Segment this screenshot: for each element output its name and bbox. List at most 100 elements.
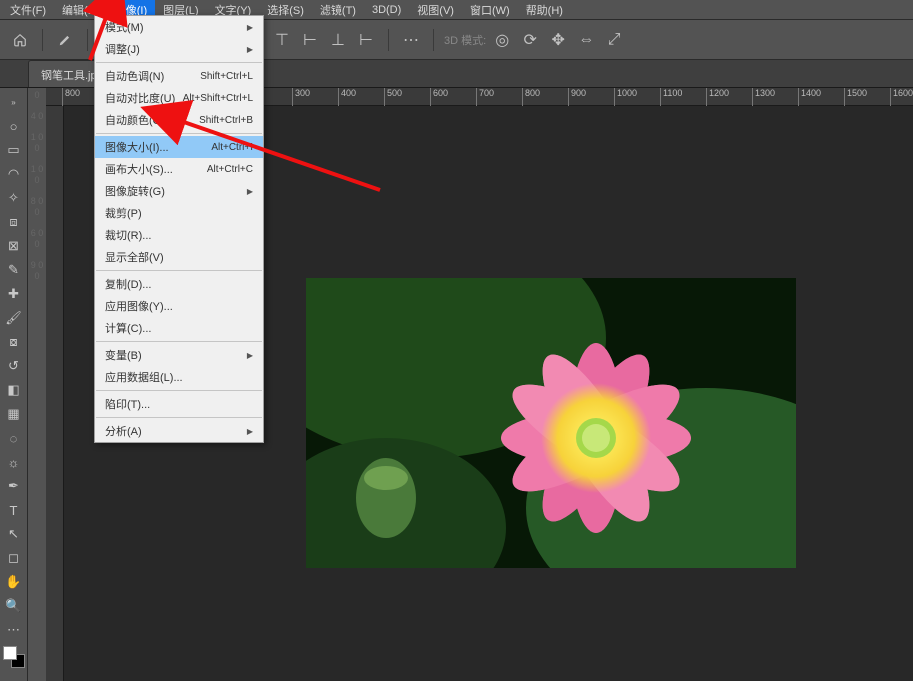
dropdown-item[interactable]: 裁切(R)... <box>95 224 263 246</box>
dropdown-item[interactable]: 分析(A)▶ <box>95 420 263 442</box>
dropdown-shortcut: Shift+Ctrl+B <box>199 115 253 126</box>
submenu-arrow-icon: ▶ <box>247 427 253 436</box>
edit-toolbar-icon[interactable]: ⋯ <box>3 619 25 641</box>
ruler-tick: 300 <box>292 88 310 106</box>
dropdown-item[interactable]: 画布大小(S)...Alt+Ctrl+C <box>95 158 263 180</box>
dropdown-separator <box>96 133 262 134</box>
separator <box>388 29 389 51</box>
dropdown-item[interactable]: 陷印(T)... <box>95 393 263 415</box>
eraser-tool-icon[interactable]: ◧ <box>3 379 25 401</box>
dropdown-item[interactable]: 图像旋转(G)▶ <box>95 180 263 202</box>
expand-icon[interactable]: » <box>3 91 25 113</box>
more-icon[interactable]: ⋯ <box>399 28 423 52</box>
crop-tool-icon[interactable]: ⧈ <box>3 211 25 233</box>
ruler-tick: 400 <box>338 88 356 106</box>
stamp-tool-icon[interactable]: ⧇ <box>3 331 25 353</box>
gradient-tool-icon[interactable]: ▦ <box>3 403 25 425</box>
color-swatches[interactable] <box>3 646 25 668</box>
dropdown-item[interactable]: 应用图像(Y)... <box>95 295 263 317</box>
rectangle-tool-icon[interactable]: ▭ <box>3 139 25 161</box>
menu-view[interactable]: 视图(V) <box>409 0 462 20</box>
foreground-color-swatch[interactable] <box>3 646 17 660</box>
dropdown-item[interactable]: 显示全部(V) <box>95 246 263 268</box>
hand-tool-icon[interactable]: ✋ <box>3 571 25 593</box>
dropdown-separator <box>96 390 262 391</box>
dropdown-item[interactable]: 模式(M)▶ <box>95 16 263 38</box>
3d-mode-label: 3D 模式: <box>444 32 486 48</box>
dropdown-item[interactable]: 应用数据组(L)... <box>95 366 263 388</box>
menu-select[interactable]: 选择(S) <box>259 0 312 20</box>
eyedropper-tool-icon[interactable]: ✎ <box>3 259 25 281</box>
dropdown-item-label: 图像大小(I)... <box>105 139 169 155</box>
dropdown-item[interactable]: 变量(B)▶ <box>95 344 263 366</box>
ruler-tick: 1600 <box>890 88 913 106</box>
valign-top-icon[interactable]: ⊤ <box>270 28 294 52</box>
3d-pan-icon[interactable]: ✥ <box>546 28 570 52</box>
menu-file[interactable]: 文件(F) <box>2 0 54 20</box>
canvas-image[interactable] <box>306 278 796 568</box>
separator <box>87 29 88 51</box>
lasso-tool-icon[interactable]: ◠ <box>3 163 25 185</box>
home-icon[interactable] <box>8 28 32 52</box>
dropdown-item[interactable]: 复制(D)... <box>95 273 263 295</box>
dropdown-item-label: 陷印(T)... <box>105 396 150 412</box>
history-brush-icon[interactable]: ↺ <box>3 355 25 377</box>
dropdown-item-label: 模式(M) <box>105 19 144 35</box>
3d-rotate-icon[interactable]: ⟳ <box>518 28 542 52</box>
dropdown-shortcut: Alt+Ctrl+I <box>211 142 253 153</box>
dropdown-item[interactable]: 图像大小(I)... Alt+Ctrl+I <box>95 136 263 158</box>
dropdown-item-label: 裁剪(P) <box>105 205 142 221</box>
submenu-arrow-icon: ▶ <box>247 351 253 360</box>
ellipse-tool-icon[interactable]: ○ <box>3 115 25 137</box>
menu-help[interactable]: 帮助(H) <box>518 0 571 20</box>
menu-window[interactable]: 窗口(W) <box>462 0 518 20</box>
ruler-tick: 600 <box>430 88 448 106</box>
dropdown-item[interactable]: 裁剪(P) <box>95 202 263 224</box>
dropdown-item[interactable]: 调整(J)▶ <box>95 38 263 60</box>
3d-scale-icon[interactable]: ⤢ <box>602 28 626 52</box>
ruler-tick: 1500 <box>844 88 867 106</box>
dropdown-shortcut: Alt+Shift+Ctrl+L <box>183 93 253 104</box>
pen-tool-icon[interactable]: ✒ <box>3 475 25 497</box>
dropdown-shortcut: Alt+Ctrl+C <box>207 164 253 175</box>
tool-strip: » ○ ▭ ◠ ✧ ⧈ ⊠ ✎ ✚ 🖌 ⧇ ↺ ◧ ▦ ◌ ☼ ✒ T ↖ ◻ … <box>0 88 28 681</box>
3d-slide-icon[interactable]: ⇔ <box>574 28 598 52</box>
pen-tool-icon[interactable] <box>53 28 77 52</box>
type-tool-icon[interactable]: T <box>3 499 25 521</box>
dropdown-item-label: 应用图像(Y)... <box>105 298 173 314</box>
wand-tool-icon[interactable]: ✧ <box>3 187 25 209</box>
dropdown-item[interactable]: 自动颜色(O) Shift+Ctrl+B <box>95 109 263 131</box>
menu-filter[interactable]: 滤镜(T) <box>312 0 364 20</box>
dropdown-item-label: 自动颜色(O) <box>105 112 165 128</box>
valign-bottom-icon[interactable]: ⊥ <box>326 28 350 52</box>
dropdown-shortcut: Shift+Ctrl+L <box>200 71 253 82</box>
3d-orbit-icon[interactable]: ◎ <box>490 28 514 52</box>
blur-tool-icon[interactable]: ◌ <box>3 427 25 449</box>
zoom-tool-icon[interactable]: 🔍 <box>3 595 25 617</box>
valign-middle-icon[interactable]: ⊢ <box>298 28 322 52</box>
ruler-tick: 1300 <box>752 88 775 106</box>
ruler-tick: 900 <box>568 88 586 106</box>
dodge-tool-icon[interactable]: ☼ <box>3 451 25 473</box>
valign-icon[interactable]: ⊢ <box>354 28 378 52</box>
dropdown-item-label: 复制(D)... <box>105 276 151 292</box>
ruler-tick: 1000 <box>614 88 637 106</box>
frame-tool-icon[interactable]: ⊠ <box>3 235 25 257</box>
dropdown-item-label: 计算(C)... <box>105 320 151 336</box>
dropdown-item-label: 自动对比度(U) <box>105 90 175 106</box>
dropdown-item-label: 调整(J) <box>105 41 140 57</box>
brush-tool-icon[interactable]: 🖌 <box>3 307 25 329</box>
healing-tool-icon[interactable]: ✚ <box>3 283 25 305</box>
dropdown-item-label: 自动色调(N) <box>105 68 164 84</box>
shape-tool-icon[interactable]: ◻ <box>3 547 25 569</box>
path-select-icon[interactable]: ↖ <box>3 523 25 545</box>
ruler-tick: 1200 <box>706 88 729 106</box>
ruler-v-readout: 0 4 0 1 0 0 1 0 0 8 0 0 6 0 0 9 0 0 <box>28 88 46 292</box>
vertical-ruler <box>46 106 64 681</box>
dropdown-item[interactable]: 自动色调(N) Shift+Ctrl+L <box>95 65 263 87</box>
dropdown-item[interactable]: 计算(C)... <box>95 317 263 339</box>
separator <box>433 29 434 51</box>
dropdown-item[interactable]: 自动对比度(U) Alt+Shift+Ctrl+L <box>95 87 263 109</box>
ruler-tick: 1400 <box>798 88 821 106</box>
menu-3d[interactable]: 3D(D) <box>364 2 409 18</box>
